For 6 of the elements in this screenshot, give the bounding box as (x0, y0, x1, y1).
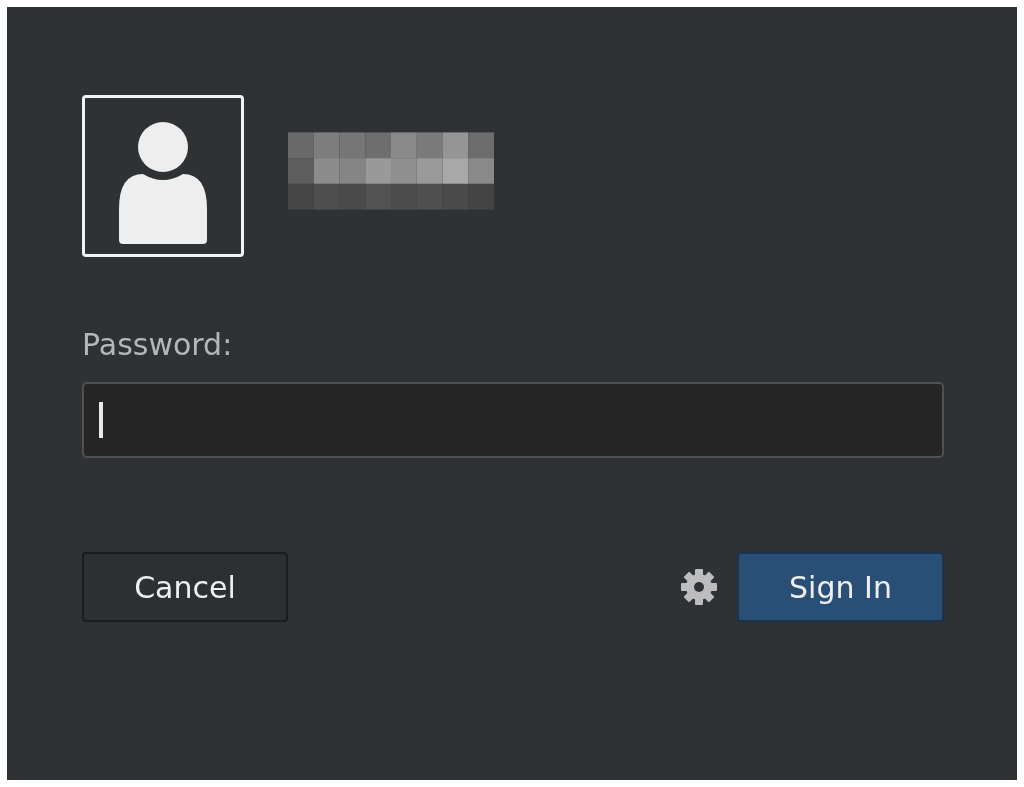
cancel-button[interactable]: Cancel (82, 552, 288, 622)
password-field[interactable] (82, 382, 944, 458)
settings-icon[interactable] (679, 567, 719, 607)
password-label: Password: (82, 327, 234, 362)
text-cursor (99, 402, 103, 438)
sign-in-button[interactable]: Sign In (737, 552, 944, 622)
